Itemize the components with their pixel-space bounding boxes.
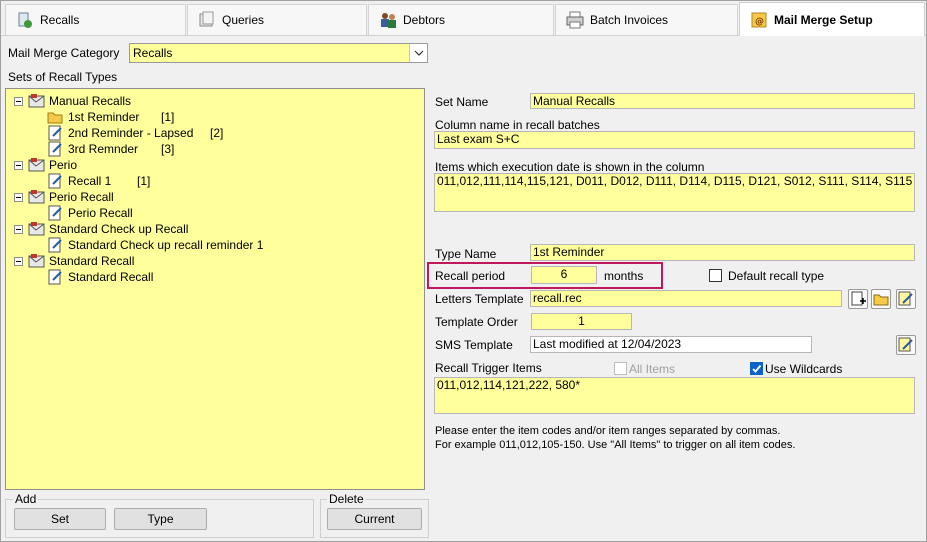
tab-debtors[interactable]: Debtors: [368, 4, 554, 35]
svg-text:@: @: [755, 17, 764, 27]
sets-label: Sets of Recall Types: [8, 70, 118, 84]
printer-icon: [566, 11, 584, 29]
tree-item-recall-1[interactable]: Recall 1: [47, 173, 111, 189]
new-document-button[interactable]: [848, 289, 868, 309]
template-order-field[interactable]: 1: [531, 313, 632, 330]
recall-period-unit: months: [604, 269, 644, 283]
tab-mail-merge-setup[interactable]: @ Mail Merge Setup: [739, 2, 925, 36]
template-order-label: Template Order: [435, 315, 518, 329]
edit-template-button[interactable]: [896, 289, 916, 309]
trigger-items-label: Recall Trigger Items: [435, 361, 542, 375]
category-value: Recalls: [133, 46, 173, 60]
tree-set-standard-recall[interactable]: Standard Recall: [28, 253, 134, 269]
add-group-label: Add: [13, 492, 39, 506]
recall-set-icon: [28, 189, 46, 205]
edit-document-icon: [47, 205, 65, 221]
tree-set-perio[interactable]: Perio: [28, 157, 77, 173]
sms-template-field[interactable]: Last modified at 12/04/2023: [530, 336, 812, 353]
tree-item-count: [1]: [137, 174, 151, 188]
letters-template-field[interactable]: recall.rec: [530, 290, 842, 307]
type-name-label: Type Name: [435, 247, 497, 261]
tree-item-count: [2]: [210, 126, 224, 140]
tree-item-2nd-reminder-lapsed[interactable]: 2nd Reminder - Lapsed: [47, 125, 193, 141]
tree-item-3rd-remnder[interactable]: 3rd Remnder: [47, 141, 138, 157]
tree-item-count: [1]: [161, 110, 175, 124]
delete-group-label: Delete: [327, 492, 366, 506]
edit-document-icon: [47, 269, 65, 285]
tree-item-perio-recall[interactable]: Perio Recall: [47, 205, 133, 221]
tab-batch-invoices[interactable]: Batch Invoices: [555, 4, 738, 35]
edit-document-icon: [47, 173, 65, 189]
tree-item-count: [3]: [161, 142, 175, 156]
tree-item-1st-reminder[interactable]: 1st Reminder: [47, 109, 139, 125]
checkmark-icon: [752, 364, 762, 373]
recall-set-icon: [28, 221, 46, 237]
edit-template-icon: [898, 291, 913, 306]
all-items-checkbox[interactable]: [614, 362, 627, 375]
items-label: Items which execution date is shown in t…: [435, 160, 705, 174]
recall-set-icon: [28, 253, 46, 269]
edit-template-icon: [898, 337, 913, 352]
edit-document-icon: [47, 125, 65, 141]
hint-line-1: Please enter the item codes and/or item …: [435, 425, 781, 437]
items-field[interactable]: 011,012,111,114,115,121, D011, D012, D11…: [434, 173, 915, 212]
tab-bar: Recalls Queries Debtors Batch Invoices @…: [1, 1, 926, 36]
new-document-icon: [851, 291, 866, 306]
collapse-icon[interactable]: [14, 225, 23, 234]
add-type-button[interactable]: Type: [114, 508, 207, 530]
use-wildcards-label: Use Wildcards: [765, 362, 843, 376]
tree-set-standard-check-up-recall[interactable]: Standard Check up Recall: [28, 221, 188, 237]
set-name-label: Set Name: [435, 95, 489, 109]
hint-line-2: For example 011,012,105-150. Use "All It…: [435, 439, 796, 451]
type-name-field[interactable]: 1st Reminder: [530, 244, 915, 261]
tree-item-standard-check-up-reminder[interactable]: Standard Check up recall reminder 1: [47, 237, 263, 253]
edit-document-icon: [47, 237, 65, 253]
open-folder-icon: [47, 109, 65, 125]
use-wildcards-checkbox[interactable]: [750, 362, 763, 375]
chevron-down-icon[interactable]: [409, 44, 427, 62]
open-folder-button[interactable]: [871, 289, 891, 309]
collapse-icon[interactable]: [14, 257, 23, 266]
recall-set-icon: [28, 93, 46, 109]
category-select[interactable]: Recalls: [129, 43, 428, 63]
open-folder-icon: [873, 294, 889, 306]
category-label: Mail Merge Category: [8, 46, 120, 60]
tab-recalls[interactable]: Recalls: [5, 4, 186, 35]
recall-types-tree[interactable]: Manual Recalls 1st Reminder [1] 2nd Remi…: [5, 88, 425, 490]
recall-period-field[interactable]: 6: [531, 266, 597, 284]
sms-template-label: SMS Template: [435, 338, 513, 352]
edit-sms-template-button[interactable]: [896, 335, 916, 355]
recall-period-label: Recall period: [435, 269, 506, 283]
all-items-label: All Items: [629, 362, 676, 376]
trigger-items-field[interactable]: 011,012,114,121,222, 580*: [434, 377, 915, 414]
delete-current-button[interactable]: Current: [327, 508, 422, 530]
default-recall-label: Default recall type: [728, 269, 825, 283]
tree-set-perio-recall[interactable]: Perio Recall: [28, 189, 114, 205]
query-icon: [198, 11, 216, 29]
debtors-icon: [379, 11, 397, 29]
letters-template-label: Letters Template: [435, 292, 524, 306]
collapse-icon[interactable]: [14, 97, 23, 106]
tab-queries[interactable]: Queries: [187, 4, 367, 35]
edit-document-icon: [47, 141, 65, 157]
column-name-field[interactable]: Last exam S+C: [434, 131, 915, 149]
tree-item-standard-recall[interactable]: Standard Recall: [47, 269, 153, 285]
collapse-icon[interactable]: [14, 193, 23, 202]
recall-set-icon: [28, 157, 46, 173]
mail-merge-icon: @: [750, 11, 768, 29]
column-name-label: Column name in recall batches: [435, 118, 600, 132]
set-name-field[interactable]: Manual Recalls: [530, 93, 915, 109]
recall-icon: [16, 11, 34, 29]
collapse-icon[interactable]: [14, 161, 23, 170]
tree-set-manual-recalls[interactable]: Manual Recalls: [28, 93, 131, 109]
add-set-button[interactable]: Set: [14, 508, 106, 530]
default-recall-checkbox[interactable]: [709, 269, 722, 282]
